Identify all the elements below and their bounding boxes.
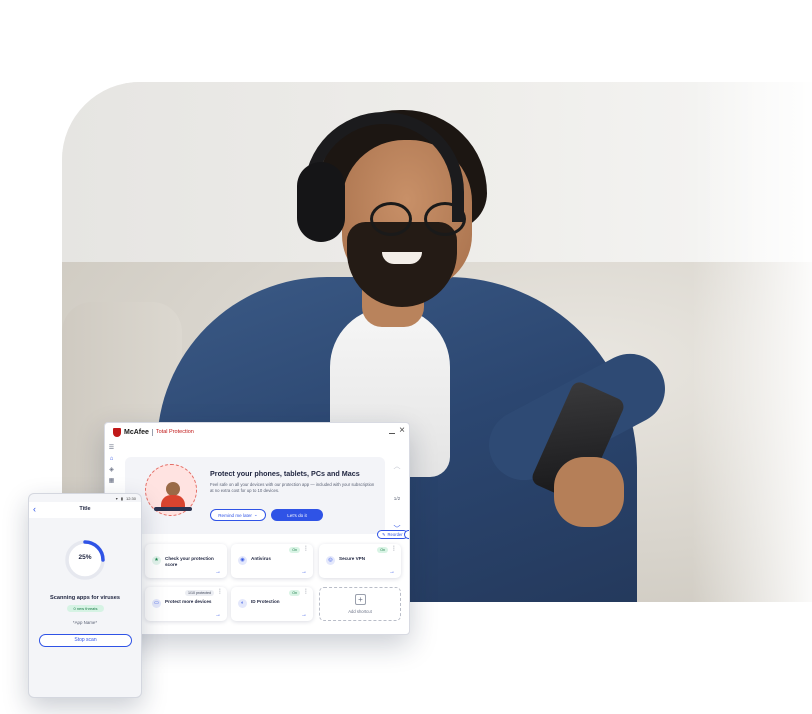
menu-icon[interactable]: ☰: [109, 445, 115, 451]
tile-antivirus[interactable]: On ⋮ ◉ Antivirus →: [231, 544, 313, 578]
phone-title: Title: [79, 506, 91, 512]
mcafee-logo-icon: [113, 427, 121, 437]
tile-label: ID Protection: [251, 599, 280, 604]
stop-scan-button[interactable]: Stop scan: [39, 634, 132, 647]
brand-separator: [151, 428, 153, 436]
product-name: Total Protection: [155, 429, 194, 435]
headphones-cup: [297, 162, 345, 242]
promo-banner: Protect your phones, tablets, PCs and Ma…: [125, 457, 385, 534]
grid-icon[interactable]: ▦: [109, 478, 115, 484]
reorder-label: Reorder: [387, 532, 403, 537]
illustration-head: [166, 482, 180, 496]
battery-icon: ▮: [120, 496, 123, 501]
signal-icon: ▾: [115, 496, 118, 501]
mobile-scan-screen: ▾ ▮ 12:30 ‹ Title 25% Scanning apps for …: [28, 493, 142, 698]
more-options-icon[interactable]: ⋮: [391, 546, 397, 552]
tile-secure-vpn[interactable]: On ⋮ ◎ Secure VPN →: [319, 544, 401, 578]
tile-id-protection[interactable]: On ⋮ ◐ ID Protection →: [231, 587, 313, 621]
threats-badge: 0 new threats: [67, 605, 104, 612]
hand: [554, 457, 624, 527]
status-badge: On: [377, 547, 388, 553]
tile-label: Protect more devices: [165, 599, 212, 604]
extra-button-peek[interactable]: [404, 530, 409, 539]
status-bar: ▾ ▮ 12:30: [116, 496, 136, 501]
add-shortcut-label: Add shortcut: [348, 609, 372, 614]
chevron-up-icon[interactable]: ︿: [394, 463, 401, 470]
arrow-right-icon: →: [215, 612, 221, 618]
window-controls: ×: [389, 426, 405, 436]
phone-header: ‹ Title: [29, 502, 141, 518]
home-icon[interactable]: ⌂: [109, 456, 115, 462]
status-badge: 1/10 protected: [185, 590, 214, 596]
arrow-right-icon: →: [215, 569, 221, 575]
more-options-icon[interactable]: ⋮: [217, 589, 223, 595]
status-badge: On: [289, 547, 300, 553]
smile: [382, 252, 422, 264]
tile-label: Secure VPN: [339, 556, 366, 561]
arrow-right-icon: →: [301, 569, 307, 575]
scanning-status: Scanning apps for viruses: [50, 595, 120, 601]
brand-name: McAfee: [124, 428, 149, 436]
pager-count: 1/2: [393, 495, 401, 501]
more-options-icon[interactable]: ⋮: [303, 546, 309, 552]
tile-label: Antivirus: [251, 556, 271, 561]
pencil-icon: ✎: [382, 532, 386, 537]
promo-illustration: [145, 464, 197, 516]
shield-icon[interactable]: ◈: [109, 467, 115, 473]
devices-icon: ▭: [152, 599, 161, 608]
mcafee-window: McAfee Total Protection × ☰ ⌂ ◈ ▦ Protec…: [104, 422, 410, 635]
promo-title: Protect your phones, tablets, PCs and Ma…: [210, 469, 360, 478]
arrow-right-icon: →: [389, 569, 395, 575]
remind-me-later-button[interactable]: Remind me later ⌄: [210, 509, 266, 521]
remind-label: Remind me later: [218, 512, 252, 518]
lets-do-it-button[interactable]: Let's do it: [271, 509, 323, 521]
star-icon: ★: [152, 556, 161, 565]
chevron-down-icon: ⌄: [253, 512, 258, 517]
plus-icon: +: [355, 594, 366, 605]
more-options-icon[interactable]: ⋮: [303, 589, 309, 595]
photo-fade: [692, 82, 812, 602]
status-badge: On: [289, 590, 300, 596]
status-time: 12:30: [125, 496, 136, 501]
tile-label: Check your protection score: [165, 556, 214, 567]
close-icon[interactable]: ×: [399, 426, 405, 436]
antivirus-icon: ◉: [238, 556, 247, 565]
minimize-icon[interactable]: [389, 432, 396, 434]
arrow-right-icon: →: [301, 612, 307, 618]
progress-percent: 25%: [78, 554, 92, 561]
window-titlebar: McAfee Total Protection ×: [105, 423, 409, 441]
promo-description: Feel safe on all your devices with our p…: [210, 482, 375, 493]
vpn-icon: ◎: [326, 556, 335, 565]
add-shortcut-tile[interactable]: + Add shortcut: [319, 587, 401, 621]
id-icon: ◐: [238, 599, 247, 608]
illustration-laptop: [154, 507, 192, 511]
current-app-name: *App Name*: [72, 620, 98, 625]
tile-protect-more-devices[interactable]: 1/10 protected ⋮ ▭ Protect more devices …: [145, 587, 227, 621]
tile-protection-score[interactable]: ★ Check your protection score →: [145, 544, 227, 578]
